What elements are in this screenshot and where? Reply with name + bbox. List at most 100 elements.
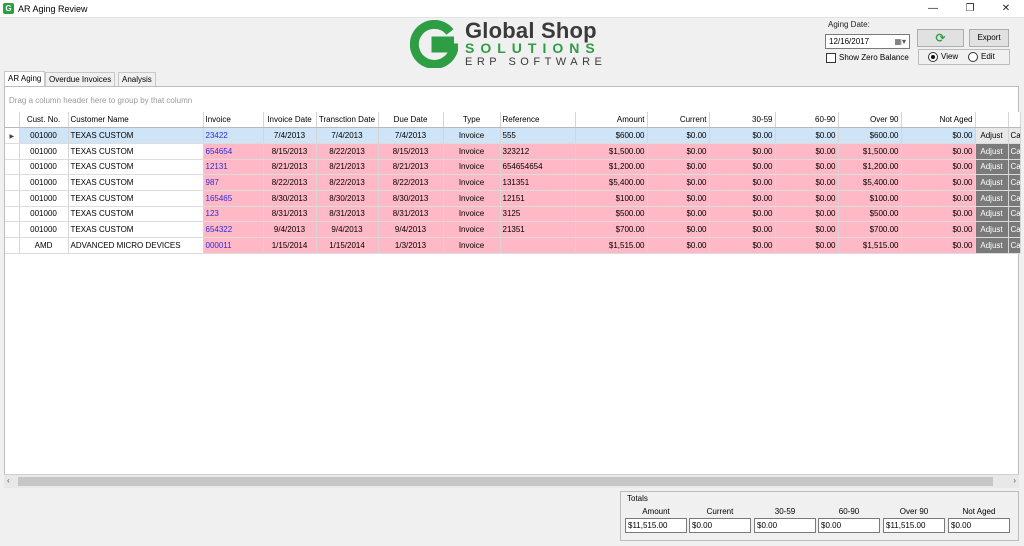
col-header-reference[interactable]: Reference bbox=[500, 112, 576, 129]
cash-button[interactable]: Cash bbox=[1008, 221, 1021, 238]
table-row[interactable]: 001000 TEXAS CUSTOM 123 8/31/2013 8/31/2013 8… bbox=[5, 206, 1021, 223]
cell-type: Invoice bbox=[443, 127, 501, 144]
tab-analysis[interactable]: Analysis bbox=[118, 72, 156, 86]
adjust-button[interactable]: Adjust bbox=[975, 190, 1009, 207]
table-row[interactable]: ▶ 001000 TEXAS CUSTOM 23422 7/4/2013 7/4/2013… bbox=[5, 127, 1021, 144]
cell-invoice-link[interactable]: 12131 bbox=[203, 159, 264, 176]
adjust-button[interactable]: Adjust bbox=[975, 159, 1009, 176]
adjust-button[interactable]: Adjust bbox=[975, 237, 1009, 254]
table-row[interactable]: 001000 TEXAS CUSTOM 987 8/22/2013 8/22/2013 8… bbox=[5, 174, 1021, 191]
row-indicator[interactable]: ▶ bbox=[5, 127, 20, 144]
adjust-button[interactable]: Adjust bbox=[975, 206, 1009, 223]
total-over-90-field[interactable]: $11,515.00 bbox=[883, 518, 945, 533]
table-row[interactable]: 001000 TEXAS CUSTOM 654654 8/15/2013 8/22/20… bbox=[5, 143, 1021, 160]
total-not-aged-field[interactable]: $0.00 bbox=[948, 518, 1010, 533]
horizontal-scrollbar[interactable]: ‹ › bbox=[4, 474, 1019, 488]
total-30-59-field[interactable]: $0.00 bbox=[754, 518, 816, 533]
table-row[interactable]: AMD ADVANCED MICRO DEVICES 000011 1/15/2014… bbox=[5, 237, 1021, 254]
cash-button[interactable]: Cash bbox=[1008, 237, 1021, 254]
view-radio-label: View bbox=[941, 52, 959, 61]
row-indicator[interactable] bbox=[5, 221, 20, 238]
minimize-button[interactable]: — bbox=[919, 1, 947, 16]
col-header-customer-name[interactable]: Customer Name bbox=[68, 112, 204, 129]
cell-invoice-date: 7/4/2013 bbox=[263, 127, 317, 144]
col-header-over-90[interactable]: Over 90 bbox=[838, 112, 902, 129]
cell-reference: 654654654 bbox=[500, 159, 576, 176]
col-header-due-date[interactable]: Due Date bbox=[378, 112, 444, 129]
cell-over-90: $600.00 bbox=[838, 127, 902, 144]
cell-transaction-date: 8/22/2013 bbox=[316, 174, 379, 191]
cash-button[interactable]: Cash bbox=[1008, 206, 1021, 223]
cash-button[interactable]: Cash bbox=[1008, 143, 1021, 160]
total-60-90-label: 60-90 bbox=[838, 507, 860, 516]
col-header-invoice-date[interactable]: Invoice Date bbox=[263, 112, 317, 129]
col-header-current[interactable]: Current bbox=[647, 112, 710, 129]
col-header-60-90[interactable]: 60-90 bbox=[775, 112, 839, 129]
cell-current: $0.00 bbox=[647, 221, 710, 238]
row-indicator[interactable] bbox=[5, 237, 20, 254]
total-current-label: Current bbox=[706, 507, 734, 516]
cell-invoice-link[interactable]: 654654 bbox=[203, 143, 264, 160]
cell-invoice-link[interactable]: 123 bbox=[203, 206, 264, 223]
total-amount-field[interactable]: $11,515.00 bbox=[625, 518, 687, 533]
adjust-button[interactable]: Adjust bbox=[975, 127, 1009, 144]
row-indicator[interactable] bbox=[5, 206, 20, 223]
col-header-type[interactable]: Type bbox=[443, 112, 501, 129]
col-header-cash bbox=[1008, 112, 1021, 129]
total-current-field[interactable]: $0.00 bbox=[689, 518, 751, 533]
col-header-not-aged[interactable]: Not Aged bbox=[901, 112, 976, 129]
logo-subtitle: SOLUTIONS bbox=[465, 40, 601, 56]
cash-button[interactable]: Cash bbox=[1008, 190, 1021, 207]
cell-not-aged: $0.00 bbox=[901, 190, 976, 207]
table-row[interactable]: 001000 TEXAS CUSTOM 654322 9/4/2013 9/4/2013… bbox=[5, 221, 1021, 238]
col-header-invoice[interactable]: Invoice bbox=[203, 112, 264, 129]
total-60-90-field[interactable]: $0.00 bbox=[818, 518, 880, 533]
cell-invoice-date: 8/31/2013 bbox=[263, 206, 317, 223]
scroll-left-icon[interactable]: ‹ bbox=[7, 476, 10, 485]
cell-invoice-link[interactable]: 987 bbox=[203, 174, 264, 191]
aging-date-label: Aging Date: bbox=[828, 20, 870, 29]
show-zero-balance-checkbox[interactable] bbox=[826, 53, 836, 63]
cash-button[interactable]: Cash bbox=[1008, 159, 1021, 176]
col-header-30-59[interactable]: 30-59 bbox=[709, 112, 776, 129]
adjust-button[interactable]: Adjust bbox=[975, 221, 1009, 238]
scrollbar-thumb[interactable] bbox=[18, 477, 993, 486]
view-radio[interactable] bbox=[928, 52, 938, 62]
tab-overdue-invoices[interactable]: Overdue Invoices bbox=[45, 72, 116, 86]
export-button[interactable]: Export bbox=[969, 29, 1009, 47]
tab-ar-aging[interactable]: AR Aging bbox=[4, 71, 46, 86]
adjust-button[interactable]: Adjust bbox=[975, 143, 1009, 160]
row-indicator[interactable] bbox=[5, 159, 20, 176]
cell-not-aged: $0.00 bbox=[901, 159, 976, 176]
cell-not-aged: $0.00 bbox=[901, 143, 976, 160]
restore-button[interactable]: ❐ bbox=[956, 1, 984, 16]
col-header-transaction-date[interactable]: Transction Date bbox=[316, 112, 379, 129]
aging-date-picker[interactable]: 12/16/2017 ▦▾ bbox=[825, 34, 910, 49]
scroll-right-icon[interactable]: › bbox=[1013, 476, 1016, 485]
edit-radio[interactable] bbox=[968, 52, 978, 62]
cash-button[interactable]: Cash bbox=[1008, 127, 1021, 144]
table-row[interactable]: 001000 TEXAS CUSTOM 12131 8/21/2013 8/21/201… bbox=[5, 159, 1021, 176]
cell-cust-no: 001000 bbox=[19, 127, 69, 144]
cell-amount: $1,500.00 bbox=[575, 143, 648, 160]
cell-30-59: $0.00 bbox=[709, 237, 776, 254]
logo-tagline: ERP SOFTWARE bbox=[465, 56, 607, 68]
close-button[interactable]: ✕ bbox=[992, 1, 1020, 16]
row-indicator[interactable] bbox=[5, 143, 20, 160]
refresh-button[interactable]: ⟳ bbox=[917, 29, 964, 47]
col-header-amount[interactable]: Amount bbox=[575, 112, 648, 129]
row-indicator[interactable] bbox=[5, 174, 20, 191]
ar-aging-grid-panel: Drag a column header here to group by th… bbox=[4, 86, 1021, 488]
cell-invoice-link[interactable]: 23422 bbox=[203, 127, 264, 144]
cell-invoice-link[interactable]: 000011 bbox=[203, 237, 264, 254]
cell-invoice-link[interactable]: 654322 bbox=[203, 221, 264, 238]
adjust-button[interactable]: Adjust bbox=[975, 174, 1009, 191]
cash-button[interactable]: Cash bbox=[1008, 174, 1021, 191]
table-row[interactable]: 001000 TEXAS CUSTOM 165465 8/30/2013 8/30/20… bbox=[5, 190, 1021, 207]
calendar-dropdown-icon[interactable]: ▦▾ bbox=[894, 37, 906, 46]
cell-reference: 555 bbox=[500, 127, 576, 144]
cell-cust-no: 001000 bbox=[19, 190, 69, 207]
col-header-cust-no[interactable]: Cust. No. bbox=[19, 112, 69, 129]
row-indicator[interactable] bbox=[5, 190, 20, 207]
cell-invoice-link[interactable]: 165465 bbox=[203, 190, 264, 207]
